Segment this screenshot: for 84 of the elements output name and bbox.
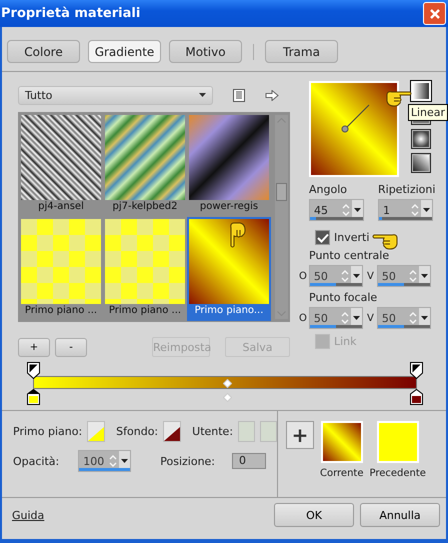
- field-label: Angolo: [309, 183, 348, 196]
- checkbox-label: Link: [334, 335, 357, 348]
- foreground-swatch[interactable]: [87, 421, 106, 442]
- help-link[interactable]: Guida: [12, 508, 44, 522]
- window-title: Proprietà materiali: [1, 6, 142, 21]
- spinner-arrows-icon: [341, 311, 349, 325]
- field-label: Opacità:: [13, 454, 60, 468]
- cancel-button[interactable]: Annulla: [360, 503, 440, 527]
- stop-marker-icon: [410, 362, 423, 379]
- position-field[interactable]: 0: [232, 453, 266, 469]
- spinner-arrows-icon: [409, 311, 417, 325]
- direction-handle-icon: [341, 103, 371, 133]
- export-button[interactable]: [265, 90, 279, 100]
- angle-field[interactable]: 45: [309, 199, 364, 221]
- caret-icon: [354, 208, 361, 212]
- list-button[interactable]: [233, 88, 245, 102]
- caret-icon: [421, 316, 428, 320]
- caret-icon: [353, 274, 360, 278]
- caret-icon: [423, 208, 430, 212]
- tab[interactable]: Colore: [7, 40, 80, 63]
- section-label: Punto focale: [309, 291, 378, 304]
- spinner-arrows-icon: [109, 454, 118, 468]
- scroll-thumb[interactable]: [276, 183, 287, 201]
- linear-gradient-icon: [413, 83, 429, 99]
- point-field[interactable]: 50: [308, 265, 363, 287]
- caret-icon: [353, 316, 360, 320]
- point-field[interactable]: 50: [376, 265, 431, 287]
- field-label: Utente:: [192, 425, 234, 438]
- tooltip: Linear: [408, 104, 448, 121]
- opacity-field[interactable]: 100: [78, 450, 132, 472]
- gradient-bar[interactable]: [33, 376, 417, 389]
- background-swatch[interactable]: [163, 421, 182, 442]
- close-button[interactable]: [423, 2, 446, 25]
- field-label: Posizione:: [160, 454, 216, 468]
- field-label: Sfondo:: [116, 425, 158, 438]
- category-dropdown[interactable]: Tutto: [18, 86, 213, 104]
- spinner-arrows-icon: [409, 269, 417, 283]
- gradient-item[interactable]: Primo piano...: [187, 217, 271, 321]
- tab[interactable]: Motivo: [169, 40, 242, 63]
- spinner-arrows-icon: [342, 203, 350, 217]
- field-label: Ripetizioni: [378, 183, 436, 196]
- stop-marker-icon: [27, 362, 40, 379]
- spinner-arrows-icon: [411, 203, 419, 217]
- remove-stop-button[interactable]: -: [55, 338, 87, 356]
- point-field[interactable]: 50: [308, 307, 363, 329]
- swatch-label: Corrente: [320, 468, 364, 479]
- close-icon: [428, 8, 440, 20]
- checkbox-label: Inverti: [334, 231, 370, 244]
- swatch-label: Precedente: [370, 468, 426, 479]
- sunburst-gradient-icon: [413, 155, 429, 171]
- radial-gradient-icon: [413, 131, 429, 147]
- user-swatch[interactable]: [238, 421, 256, 442]
- style-button[interactable]: [411, 153, 431, 173]
- checkmark-icon: [316, 232, 328, 242]
- axis-label: O: [299, 270, 308, 282]
- color-stop-marker[interactable]: [27, 389, 40, 405]
- tab[interactable]: Trama: [265, 40, 338, 63]
- previous-swatch: [376, 421, 419, 463]
- caret-icon: [199, 93, 206, 97]
- caret-icon: [121, 459, 128, 463]
- scrollbar[interactable]: [275, 115, 288, 319]
- list-icon: [233, 88, 245, 102]
- color-stop-marker[interactable]: [410, 389, 423, 405]
- add-stop-button[interactable]: +: [18, 338, 50, 356]
- add-swatch-button[interactable]: +: [286, 421, 314, 449]
- tab[interactable]: Gradiente: [88, 40, 161, 63]
- axis-label: V: [367, 270, 375, 282]
- axis-label: O: [299, 312, 308, 324]
- user-swatch[interactable]: [260, 421, 277, 442]
- pointing-hand-icon: [228, 222, 246, 248]
- point-field[interactable]: 50: [376, 307, 431, 329]
- spinner-arrows-icon: [341, 269, 349, 283]
- ok-button[interactable]: OK: [274, 503, 354, 527]
- style-button[interactable]: [411, 129, 431, 149]
- caret-icon: [421, 274, 428, 278]
- pointing-hand-icon: [372, 232, 398, 250]
- section-label: Punto centrale: [309, 249, 390, 262]
- axis-label: V: [367, 312, 375, 324]
- invert-checkbox[interactable]: [315, 230, 330, 245]
- repeats-field[interactable]: 1: [378, 199, 433, 221]
- arrow-icon: [265, 90, 279, 100]
- current-swatch: [320, 421, 363, 463]
- field-label: Primo piano:: [13, 425, 82, 438]
- pointing-hand-icon: [386, 89, 412, 107]
